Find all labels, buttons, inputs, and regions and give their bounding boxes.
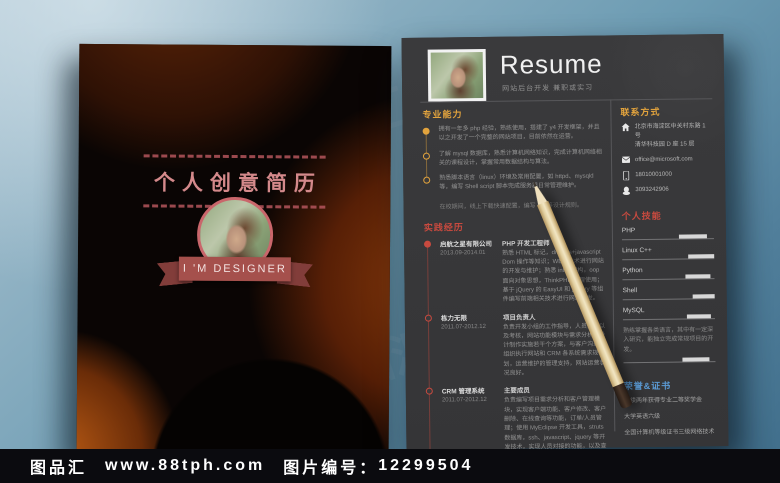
- skill-name: Linux C++: [622, 246, 652, 255]
- bullet-dot-icon: [422, 127, 430, 135]
- skill-bar-segment: [692, 294, 715, 299]
- skill-row: PHP: [621, 226, 714, 241]
- stage: 图品汇 图品汇 图品汇 个人创意简历 I 'M DESIGNER Resume …: [0, 0, 780, 483]
- ability-text: 了解 mysql 数据库，熟悉计算机网络知识，完成计算机网络相关的课程设计，掌握…: [438, 149, 602, 167]
- resume-portrait-photo: [430, 51, 484, 99]
- skill-bar-segment: [687, 314, 712, 319]
- skill-bar: [621, 234, 714, 241]
- skill-bar-note: [623, 357, 716, 364]
- bullet-dot-icon: [423, 240, 432, 248]
- bullet-dot-icon: [423, 176, 431, 184]
- designer-ribbon: I 'M DESIGNER: [178, 256, 291, 282]
- skill-row: Python: [622, 266, 715, 281]
- work-period: 2011.07-2012.12: [441, 397, 487, 404]
- qq-penguin-icon: [621, 186, 630, 195]
- footer-url[interactable]: www.88tph.com: [105, 457, 265, 475]
- section-heading-contact: 联系方式: [620, 106, 661, 118]
- skill-name: Shell: [622, 287, 638, 295]
- ability-item: 拥有一年多 php 经验，熟练使用，搭建了 y4 开发框架，并且以之开发了一个完…: [422, 124, 605, 145]
- company-name: 栋力无限: [440, 314, 467, 323]
- skill-name: MySQL: [622, 307, 645, 315]
- work-period: 2013.09-2014.01: [440, 249, 486, 257]
- mail-icon: [621, 156, 630, 163]
- contact-address: 北京市海淀区中关村东路 1 号 清华科技园 D 座 15 层: [621, 122, 713, 150]
- skill-bar-segment: [678, 234, 707, 239]
- company-name: 启航之星有限公司: [439, 240, 493, 249]
- skill-bar: [622, 274, 715, 281]
- footer-brand: 图品汇: [30, 460, 88, 477]
- skills-note: 熟练掌握各类语言，其中有一定深入研究，能独立完成常规项目的开发。: [623, 327, 714, 353]
- skill-name: PHP: [621, 227, 636, 235]
- phone-value: 18010001000: [635, 171, 672, 179]
- resume-subtitle: 网站后台开发 兼职或实习: [502, 84, 594, 93]
- ability-note: 在校期间，线上下载快速配置，编写 cnf 等设计规则。: [439, 202, 583, 211]
- section-heading-skills: 个人技能: [621, 210, 662, 222]
- address-line1: 北京市海淀区中关村东路 1 号: [634, 123, 706, 140]
- ability-timeline: 拥有一年多 php 经验，熟练使用，搭建了 y4 开发框架，并且以之开发了一个完…: [422, 124, 606, 194]
- skill-bar: [622, 314, 715, 321]
- skills-list: PHP Linux C++ Python Shell MySQL 熟练掌握各类语…: [621, 226, 716, 364]
- ability-text: 熟悉脚本语言（linux）环境及常用配置，如 httpd、mysqld 等，编写…: [439, 173, 594, 192]
- skill-bar-segment: [684, 274, 711, 279]
- section-heading-honors: 荣誉&证书: [623, 380, 672, 392]
- job-description: 熟悉 HTML 标记，div+css+javascript Dom 操作等知识；…: [502, 249, 604, 304]
- contact-phone: 18010001000: [621, 170, 713, 181]
- company-name: CRM 管理系统: [441, 388, 485, 396]
- skill-bar: [622, 294, 715, 301]
- sidebar-column: 联系方式 北京市海淀区中关村东路 1 号 清华科技园 D 座 15 层 offi…: [620, 104, 716, 445]
- skill-bar-segment: [682, 357, 710, 362]
- email-value: office@microsoft.com: [634, 156, 693, 164]
- cover-page: 个人创意简历 I 'M DESIGNER: [76, 43, 392, 455]
- skill-row: Linux C++: [622, 246, 715, 261]
- contact-email: office@microsoft.com: [621, 155, 713, 165]
- experience-timeline: 启航之星有限公司 2013.09-2014.01 PHP 开发工程师 熟悉 HT…: [423, 236, 609, 463]
- job-role: 主要成员: [503, 387, 530, 396]
- honor-item: 连续两年获得专业二等奖学金: [623, 397, 702, 405]
- ability-item: 熟悉脚本语言（linux）环境及常用配置，如 httpd、mysqld 等，编写…: [423, 173, 605, 194]
- bullet-dot-icon: [422, 152, 430, 160]
- phone-icon: [621, 171, 630, 181]
- section-heading-ability: 专业能力: [422, 109, 463, 120]
- footer-bar: 图品汇 www.88tph.com 图片编号： 12299504: [0, 449, 780, 483]
- contact-qq: 3093242906: [621, 185, 713, 195]
- skill-name: Python: [622, 267, 643, 275]
- ability-text: 拥有一年多 php 经验，熟练使用，搭建了 y4 开发框架，并且以之开发了一个完…: [438, 124, 600, 142]
- home-icon: [621, 123, 630, 132]
- ability-item: 了解 mysql 数据库，熟悉计算机网络知识，完成计算机网络相关的课程设计，掌握…: [422, 148, 605, 169]
- bullet-dot-icon: [424, 314, 432, 322]
- skill-row: Shell: [622, 286, 715, 301]
- work-period: 2011.07-2012.12: [440, 323, 487, 331]
- bullet-dot-icon: [425, 387, 433, 396]
- section-heading-experience: 实践经历: [423, 222, 464, 233]
- address-line2: 清华科技园 D 座 15 层: [634, 141, 695, 149]
- honor-item: 全国计算机等级证书三级网络技术: [624, 429, 715, 437]
- footer-image-id: 12299504: [378, 457, 474, 474]
- resume-photo-frame: [427, 48, 487, 102]
- skill-bar: [622, 254, 715, 261]
- honor-item: 大学英语六级: [624, 413, 661, 421]
- experience-entry: 栋力无限 2011.07-2012.12 项目负责人 负责开发小组的工作指导，人…: [424, 310, 608, 380]
- footer-image-id-label: 图片编号：: [283, 460, 379, 477]
- skill-bar-segment: [688, 254, 715, 259]
- skill-row: MySQL: [622, 306, 715, 321]
- resume-title: Resume: [499, 48, 603, 80]
- qq-value: 3093242906: [635, 186, 669, 194]
- ribbon-label: I 'M DESIGNER: [182, 262, 287, 276]
